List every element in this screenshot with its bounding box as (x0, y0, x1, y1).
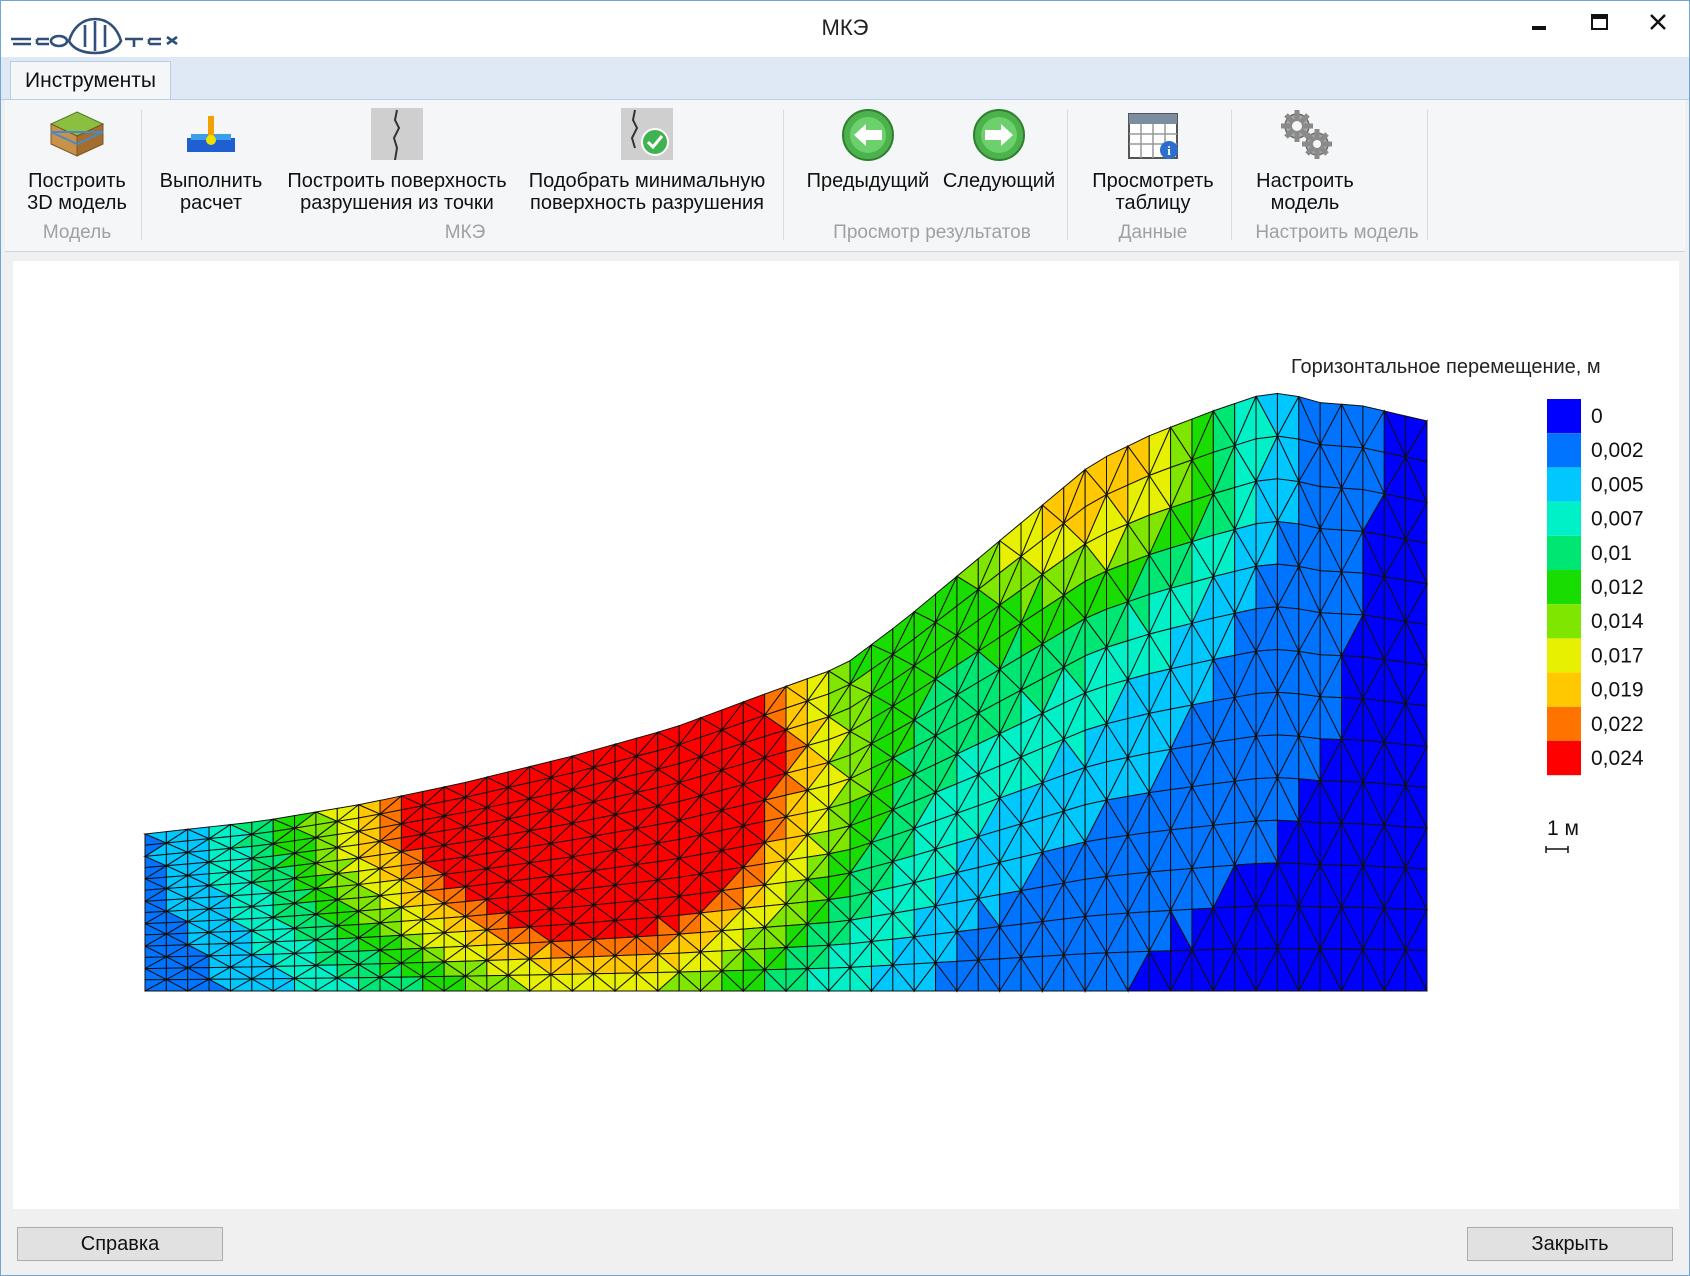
legend-label: 0 (1591, 405, 1603, 428)
legend-label: 0,012 (1591, 576, 1644, 599)
build-3d-line2: 3D модель (27, 192, 127, 214)
ribbon-separator (141, 110, 142, 240)
legend-swatch (1547, 741, 1581, 776)
help-button[interactable]: Справка (17, 1227, 223, 1261)
legend-title: Горизонтальное перемещение, м (1291, 356, 1601, 378)
view-table-line2: таблицу (1115, 192, 1191, 214)
gears-icon (1281, 110, 1332, 159)
3d-model-icon (49, 111, 105, 157)
close-window-button[interactable] (1633, 5, 1683, 45)
view-table-button[interactable]: i Просмотреть таблицу (1085, 106, 1221, 214)
run-calculation-button[interactable]: Выполнить расчет (155, 106, 267, 214)
scale-label: 1 м (1547, 817, 1579, 840)
crack-check-icon (621, 108, 673, 160)
calculate-icon (187, 116, 235, 152)
group-label-model: Модель (42, 222, 112, 243)
legend-swatch (1547, 570, 1581, 605)
window-title: МКЭ (821, 15, 869, 40)
maximize-button[interactable] (1575, 5, 1625, 45)
minimize-icon (1532, 26, 1546, 30)
group-label-fem: МКЭ (444, 222, 486, 243)
legend-label: 0,017 (1591, 644, 1644, 667)
configure-line1: Настроить (1256, 170, 1354, 192)
configure-model-button[interactable]: Настроить модель (1241, 106, 1369, 214)
ribbon-tab-row: Инструменты (1, 57, 1689, 100)
bottom-bar: Справка Закрыть (1, 1211, 1689, 1275)
run-calc-line1: Выполнить (159, 170, 263, 192)
previous-label: Предыдущий (806, 170, 930, 192)
ribbon-separator (1067, 110, 1068, 240)
legend-swatch (1547, 706, 1581, 741)
legend-label: 0,002 (1591, 439, 1644, 462)
legend-swatch (1547, 672, 1581, 707)
close-button[interactable]: Закрыть (1467, 1227, 1673, 1261)
view-table-line1: Просмотреть (1092, 170, 1214, 192)
min-surface-line1: Подобрать минимальную (528, 170, 766, 192)
legend-label: 0,014 (1591, 610, 1644, 633)
group-label-results: Просмотр результатов (833, 222, 1031, 243)
previous-button[interactable]: Предыдущий (805, 106, 931, 192)
close-icon (1650, 14, 1666, 30)
arrow-right-icon (973, 109, 1025, 161)
crack-surface-icon (371, 108, 423, 161)
min-surface-line2: поверхность разрушения (530, 192, 764, 214)
legend-swatch (1547, 604, 1581, 639)
build-failure-surface-button[interactable]: Построить поверхность разрушения из точк… (281, 106, 513, 214)
legend-swatch (1547, 399, 1581, 434)
legend-label: 0,022 (1591, 713, 1644, 736)
next-label: Следующий (942, 170, 1056, 192)
scale-bar: 1 м (1545, 817, 1579, 853)
legend-swatch (1547, 501, 1581, 536)
ribbon-separator (1427, 110, 1428, 240)
app-window: МКЭ Инструменты Построить 3D модель Моде… (0, 0, 1690, 1276)
group-label-data: Данные (1118, 222, 1188, 243)
run-calc-line2: расчет (179, 192, 243, 214)
group-label-configure: Настроить модель (1255, 222, 1419, 243)
minimize-button[interactable] (1515, 5, 1565, 45)
legend-swatch (1547, 638, 1581, 673)
find-min-failure-surface-button[interactable]: Подобрать минимальную поверхность разруш… (521, 106, 773, 214)
title-bar: МКЭ (1, 1, 1689, 57)
ribbon-separator (783, 110, 784, 240)
calendar-table-icon: i (1128, 113, 1178, 159)
legend-label: 0,024 (1591, 747, 1644, 770)
ribbon: Построить 3D модель Модель Выполнить рас… (5, 100, 1685, 252)
failure-surface-line1: Построить поверхность (287, 170, 507, 192)
tab-instruments[interactable]: Инструменты (10, 61, 171, 99)
legend-swatch (1547, 467, 1581, 502)
arrow-left-icon (842, 109, 894, 161)
legend-label: 0,019 (1591, 679, 1644, 702)
maximize-icon (1591, 14, 1608, 30)
legend-label: 0,005 (1591, 473, 1644, 496)
color-legend: 0 0,002 0,005 0,007 0,01 0,012 0,014 0,017 0,019… (1547, 399, 1644, 776)
ribbon-separator (1231, 110, 1232, 240)
fem-mesh-plot: Горизонтальное перемещение, м 0 0,002 0,00… (143, 356, 1644, 993)
build-3d-model-button[interactable]: Построить 3D модель (17, 106, 137, 214)
svg-text:i: i (1167, 143, 1171, 158)
build-3d-line1: Построить (28, 170, 126, 192)
legend-label: 0,007 (1591, 508, 1644, 531)
legend-swatch (1547, 535, 1581, 570)
failure-surface-line2: разрушения из точки (300, 192, 494, 214)
legend-swatch (1547, 433, 1581, 468)
next-button[interactable]: Следующий (939, 106, 1059, 192)
configure-line2: модель (1270, 192, 1340, 214)
legend-label: 0,01 (1591, 542, 1632, 565)
fem-mesh (143, 392, 1428, 993)
fem-result-canvas: Горизонтальное перемещение, м 0 0,002 0,00… (13, 261, 1679, 1209)
